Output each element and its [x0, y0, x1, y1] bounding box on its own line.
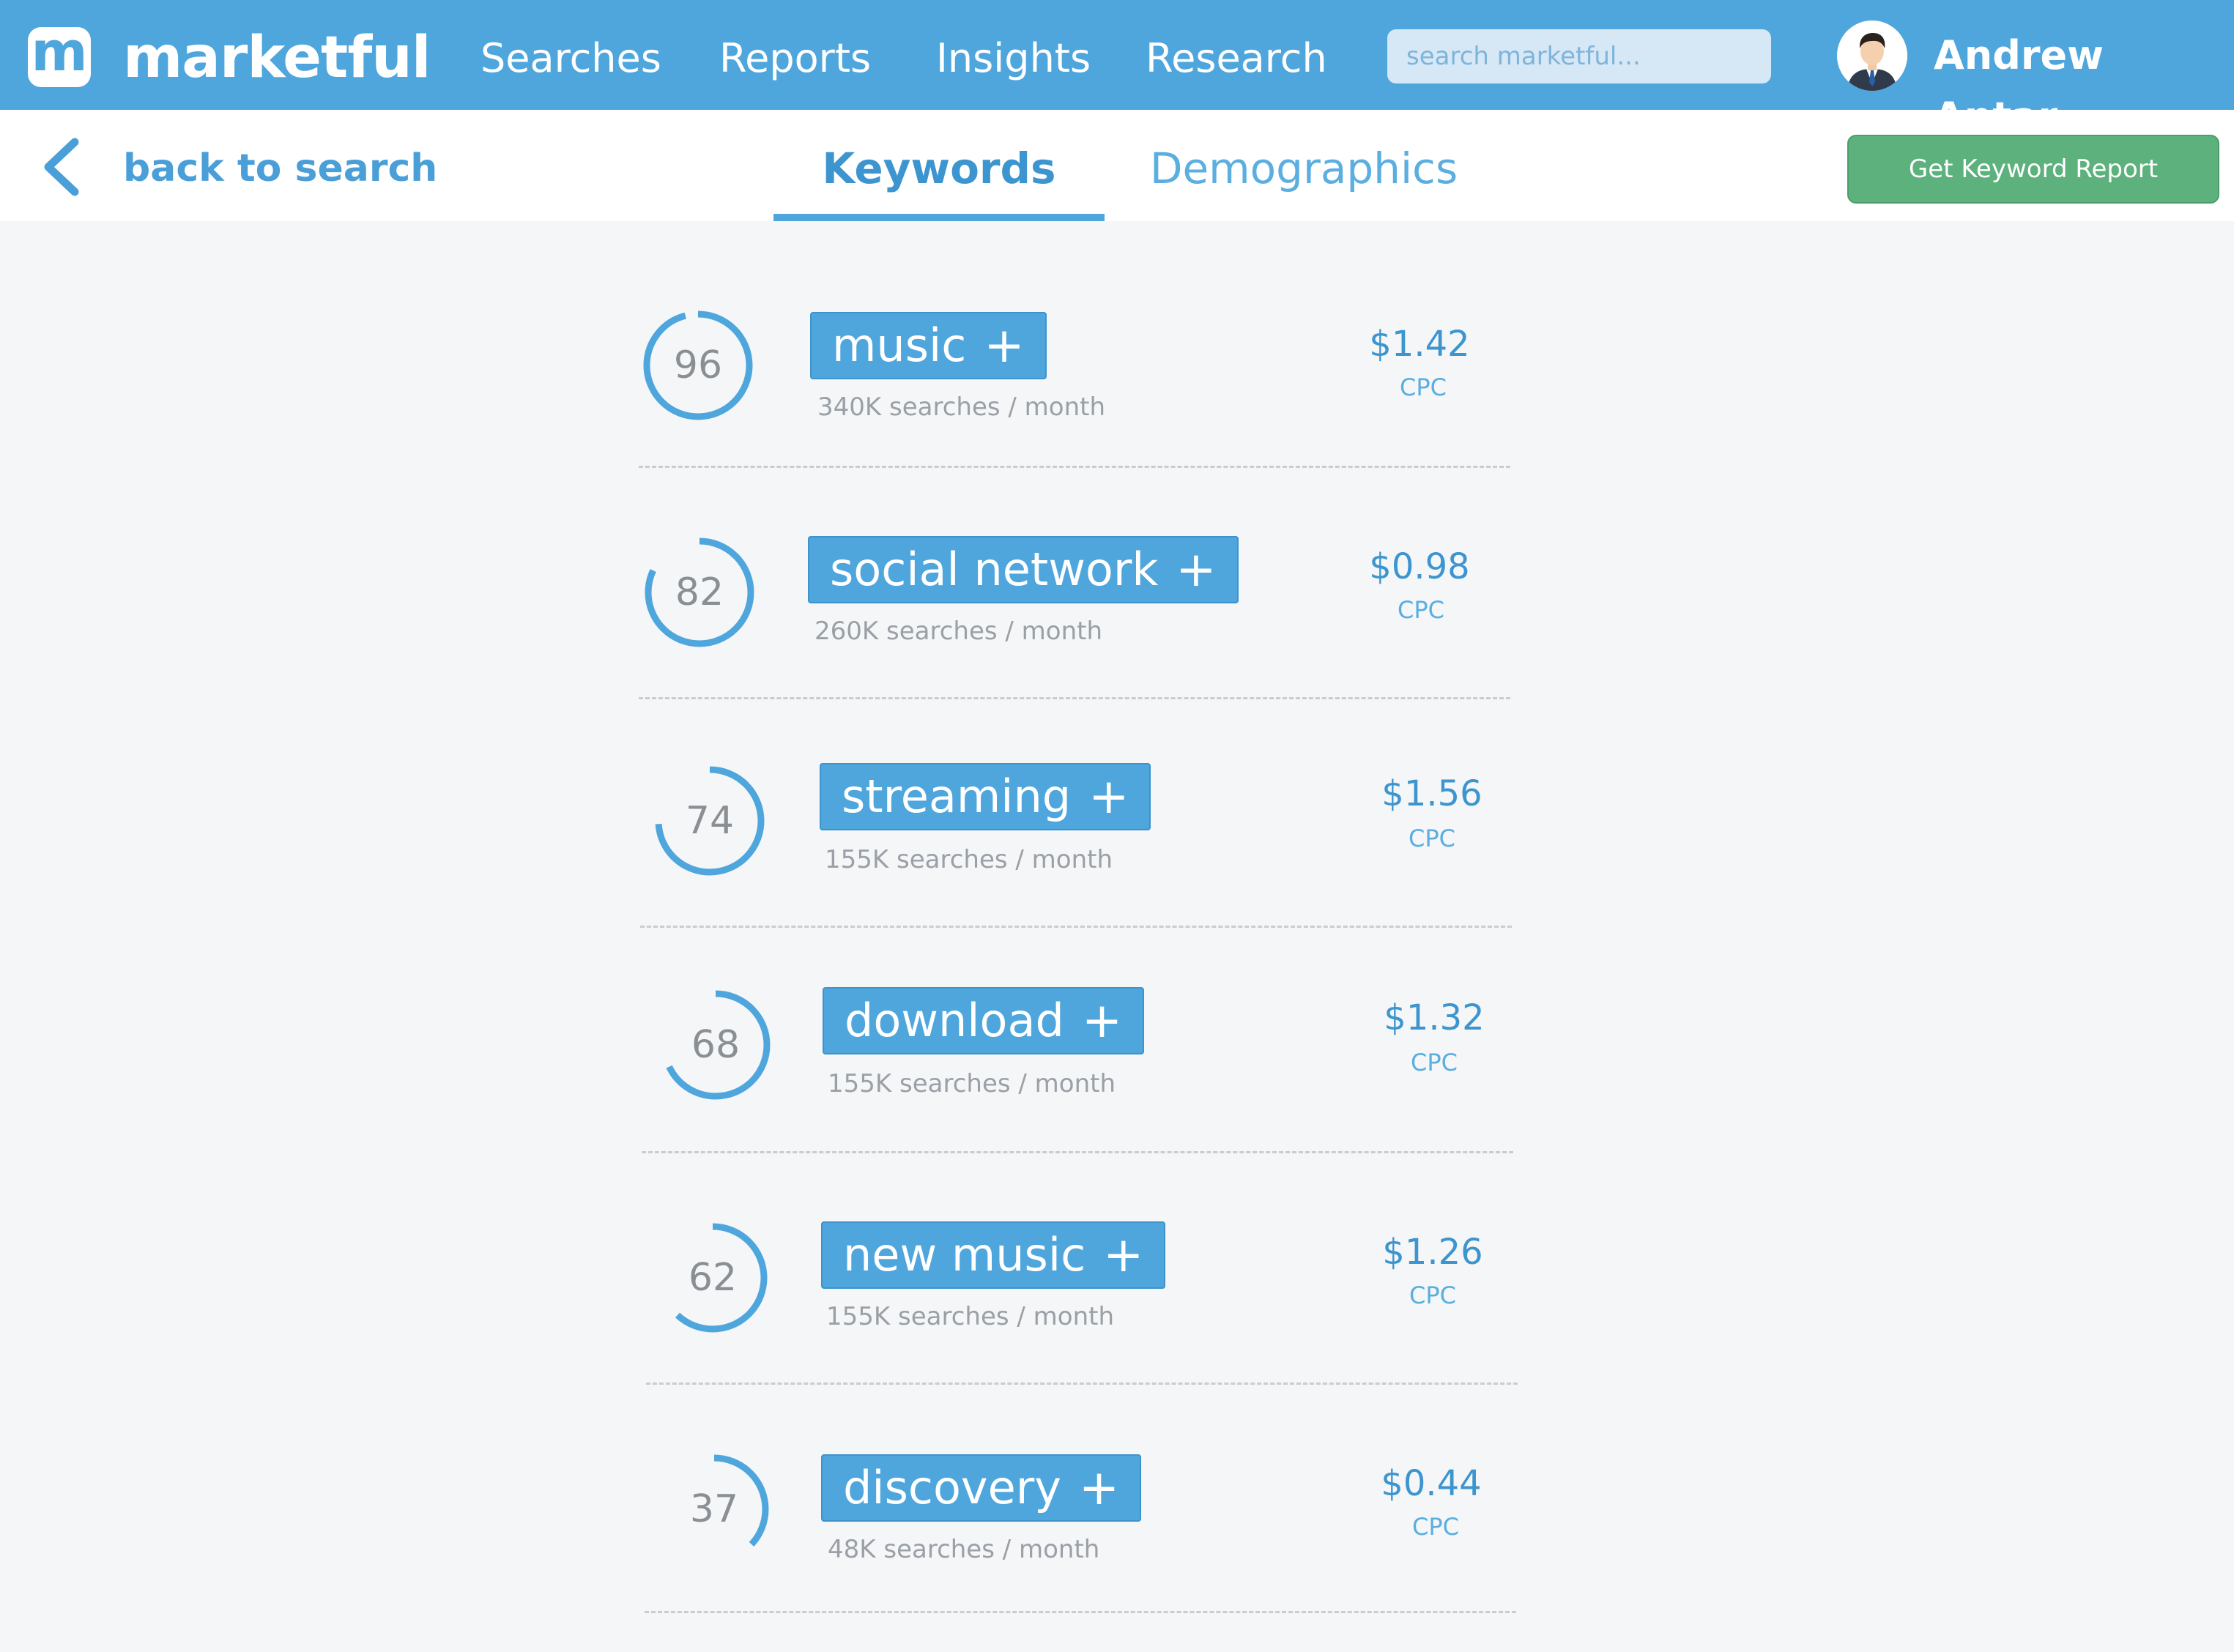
tab-keywords[interactable]: Keywords — [773, 110, 1105, 221]
search-volume: 340K searches / month — [817, 392, 1105, 422]
score-gauge: 96 — [636, 303, 760, 428]
sub-navigation-bar: back to search Keywords Demographics Get… — [0, 110, 2234, 221]
score-gauge: 82 — [637, 530, 762, 655]
score-value: 37 — [689, 1487, 739, 1531]
nav-insights[interactable]: Insights — [936, 29, 1091, 88]
keyword-term: new music — [843, 1228, 1086, 1281]
search-input[interactable] — [1387, 29, 1771, 83]
add-keyword-icon[interactable]: + — [1088, 765, 1129, 828]
row-divider — [640, 926, 1512, 928]
cpc-label: CPC — [1409, 1281, 1456, 1309]
nav-research[interactable]: Research — [1146, 29, 1327, 88]
search-volume: 48K searches / month — [828, 1535, 1100, 1564]
row-divider — [642, 1151, 1513, 1153]
row-divider — [646, 1383, 1518, 1385]
keyword-row: 82 social network + 260K searches / mont… — [0, 518, 2234, 738]
keyword-term: download — [845, 994, 1064, 1047]
nav-searches[interactable]: Searches — [480, 29, 661, 88]
add-keyword-icon[interactable]: + — [1079, 1456, 1119, 1519]
cpc-value: $1.32 — [1384, 997, 1485, 1038]
score-value: 68 — [691, 1023, 741, 1067]
cpc-value: $1.26 — [1382, 1232, 1483, 1273]
brand-name[interactable]: marketful — [123, 18, 431, 98]
keyword-row: 68 download + 155K searches / month $1.3… — [0, 972, 2234, 1192]
get-keyword-report-button[interactable]: Get Keyword Report — [1847, 135, 2219, 204]
chevron-left-icon[interactable] — [37, 138, 88, 196]
nav-reports[interactable]: Reports — [719, 29, 871, 88]
cpc-value: $1.56 — [1381, 773, 1482, 814]
score-gauge: 74 — [647, 759, 772, 883]
score-gauge: 62 — [650, 1216, 775, 1340]
active-tab-underline — [773, 214, 1105, 221]
keyword-list: 96 music + 340K searches / month $1.42 C… — [0, 221, 2234, 1617]
cpc-value: $1.42 — [1369, 324, 1470, 365]
tab-demographics[interactable]: Demographics — [1143, 110, 1465, 221]
keyword-term: social network — [830, 543, 1159, 596]
keyword-tag[interactable]: download + — [823, 987, 1145, 1054]
cpc-label: CPC — [1398, 596, 1444, 624]
user-avatar-icon — [1837, 21, 1907, 91]
keyword-row: 74 streaming + 155K searches / month $1.… — [0, 748, 2234, 968]
top-navigation-bar: m marketful Searches Reports Insights Re… — [0, 0, 2234, 140]
keyword-tag[interactable]: music + — [810, 312, 1047, 379]
back-to-search-link[interactable]: back to search — [123, 139, 437, 198]
keyword-term: discovery — [843, 1461, 1061, 1514]
score-gauge: 68 — [653, 983, 778, 1107]
score-value: 96 — [673, 343, 723, 387]
search-volume: 155K searches / month — [828, 1069, 1116, 1098]
add-keyword-icon[interactable]: + — [1103, 1224, 1143, 1287]
keyword-row: 62 new music + 155K searches / month $1.… — [0, 1201, 2234, 1421]
score-value: 74 — [685, 799, 735, 843]
cpc-label: CPC — [1400, 373, 1447, 401]
keyword-row: 37 discovery + 48K searches / month $0.4… — [0, 1432, 2234, 1652]
cpc-value: $0.98 — [1369, 546, 1470, 587]
keyword-tag[interactable]: new music + — [821, 1221, 1166, 1289]
user-avatar[interactable] — [1837, 21, 1907, 91]
cpc-label: CPC — [1412, 1513, 1459, 1541]
row-divider — [639, 466, 1510, 468]
add-keyword-icon[interactable]: + — [1082, 989, 1122, 1052]
search-volume: 155K searches / month — [826, 1302, 1114, 1331]
score-gauge: 37 — [652, 1447, 776, 1571]
score-value: 62 — [688, 1256, 738, 1300]
user-name[interactable]: Andrew Antar — [1934, 25, 2234, 140]
keyword-row: 96 music + 340K searches / month $1.42 C… — [0, 294, 2234, 514]
keyword-tag[interactable]: discovery + — [821, 1454, 1142, 1522]
row-divider — [639, 697, 1510, 699]
search-volume: 260K searches / month — [814, 617, 1102, 646]
add-keyword-icon[interactable]: + — [1176, 538, 1216, 601]
marketful-logo-icon[interactable]: m — [28, 25, 91, 87]
keyword-term: streaming — [842, 770, 1072, 823]
keyword-term: music — [832, 319, 967, 372]
cpc-value: $0.44 — [1381, 1463, 1482, 1504]
score-value: 82 — [675, 570, 724, 614]
cpc-label: CPC — [1409, 825, 1455, 852]
search-volume: 155K searches / month — [825, 845, 1113, 874]
keyword-tag[interactable]: social network + — [808, 536, 1239, 603]
cpc-label: CPC — [1411, 1049, 1458, 1076]
add-keyword-icon[interactable]: + — [984, 314, 1024, 377]
keyword-tag[interactable]: streaming + — [820, 763, 1151, 830]
row-divider — [645, 1611, 1516, 1613]
